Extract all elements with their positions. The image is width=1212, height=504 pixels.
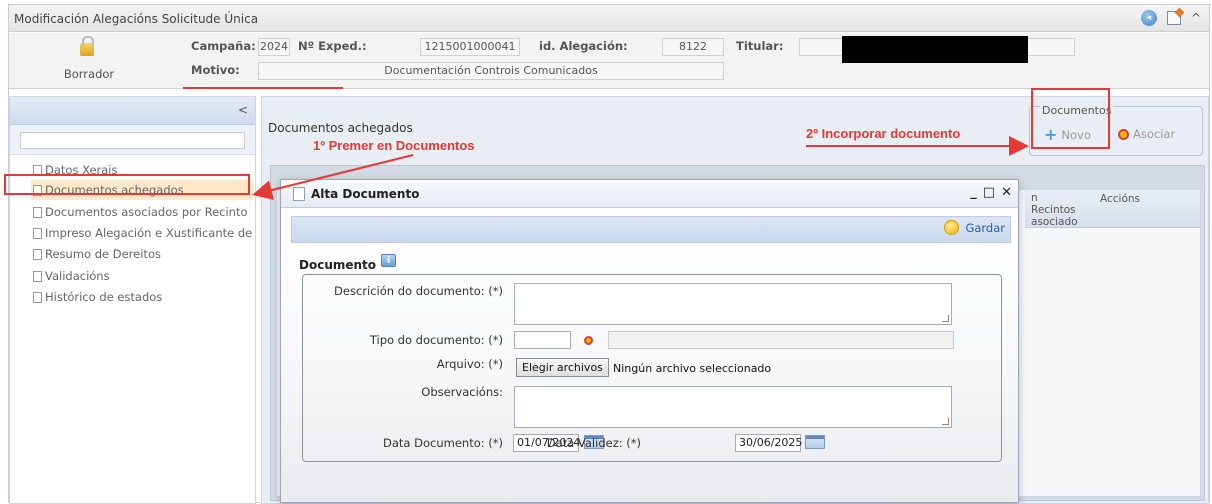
info-icon[interactable]: i: [381, 254, 396, 267]
save-button-label: Gardar: [965, 220, 1005, 235]
document-icon: [33, 292, 42, 303]
validity-date-input[interactable]: 30/06/2025: [735, 434, 802, 452]
document-icon: [33, 271, 42, 282]
sidebar-item-label: Validacións: [45, 269, 110, 283]
associate-button[interactable]: Asociar: [1118, 127, 1175, 141]
search-icon[interactable]: [584, 336, 593, 345]
observations-label: Observacións:: [421, 385, 503, 399]
save-button[interactable]: Gardar: [944, 220, 1005, 235]
section-title: Documento: [299, 258, 377, 272]
campaign-value: 2024: [258, 38, 290, 56]
allegation-value: 8122: [662, 38, 724, 56]
minimize-icon[interactable]: _: [970, 185, 977, 200]
edit-icon[interactable]: [1166, 11, 1181, 25]
document-icon: [33, 249, 42, 260]
expedient-value: 1215001000041: [420, 38, 520, 56]
panel-title: Documentos achegados: [268, 121, 413, 135]
title-bar: Modificación Alegacións Solicitude Única…: [9, 5, 1209, 32]
annotation-step-2: 2º Incorporar documento: [806, 126, 961, 141]
file-label: Arquivo: (*): [436, 357, 503, 371]
sidebar-item-label: Histórico de estados: [45, 290, 163, 304]
sidebar-item-historico-estados[interactable]: Histórico de estados: [31, 287, 253, 307]
unlock-icon: [80, 36, 94, 56]
grid-column-accions[interactable]: Accións: [1100, 193, 1150, 205]
sidebar-item-label: Impreso Alegación e Xustificante de Re: [45, 226, 253, 240]
sidebar-search-input[interactable]: [20, 132, 245, 149]
grid-column-recintos[interactable]: n Recintos asociado: [1031, 192, 1079, 228]
sidebar-item-documentos-recinto[interactable]: Documentos asociados por Recinto: [31, 202, 253, 222]
allegation-label: id. Alegación:: [539, 39, 628, 53]
alta-documento-dialog: Alta Documento _ □ ✕ Gardar Documento i …: [280, 179, 1019, 503]
info-circle-icon[interactable]: ◂: [1140, 10, 1157, 26]
dialog-toolbar: Gardar: [291, 216, 1011, 243]
title-bar-icons: ◂ ^: [1140, 10, 1201, 26]
expedient-label: Nº Exped.:: [298, 39, 367, 53]
new-button-highlight-annotation: [1031, 88, 1110, 149]
chevron-up-icon[interactable]: ^: [1191, 11, 1201, 25]
sidebar-item-validacions[interactable]: Validacións: [31, 266, 253, 286]
maximize-icon[interactable]: □: [983, 185, 995, 200]
dialog-title: Alta Documento: [311, 187, 420, 201]
search-icon: [1118, 128, 1129, 140]
reason-value: Documentación Controis Comunicados: [258, 62, 724, 80]
calendar-icon[interactable]: [805, 435, 825, 449]
validity-date-label: Data Validez: (*): [546, 436, 641, 450]
sidebar-item-label: Resumo de Dereitos: [45, 247, 161, 261]
document-icon: [33, 228, 42, 239]
sidebar-item-impreso-alegacion[interactable]: Impreso Alegación e Xustificante de Re: [31, 223, 253, 243]
description-label: Descrición do documento: (*): [334, 284, 503, 298]
redacted-holder-name: [842, 36, 1028, 63]
choose-file-button[interactable]: Elegir archivos: [516, 358, 609, 377]
header-info: Borrador Campaña: 2024 Nº Exped.: 121500…: [9, 33, 1209, 89]
dialog-header: Alta Documento _ □ ✕: [281, 180, 1018, 208]
type-label: Tipo do documento: (*): [369, 333, 503, 347]
sidebar-highlight-annotation: [4, 174, 250, 195]
window-title: Modificación Alegacións Solicitude Única: [14, 12, 259, 26]
type-code-input[interactable]: [514, 331, 571, 349]
window-controls: _ □ ✕: [970, 185, 1012, 200]
type-description-input: [608, 331, 954, 349]
description-textarea[interactable]: [514, 283, 952, 325]
save-icon: [944, 220, 960, 235]
file-status-text: Ningún archivo seleccionado: [613, 362, 772, 375]
sidebar-search-zone: [10, 125, 255, 155]
active-status-underline: [183, 87, 343, 89]
collapse-icon[interactable]: <: [238, 103, 248, 117]
campaign-label: Campaña:: [191, 39, 256, 53]
status-label: Borrador: [63, 67, 115, 81]
sidebar-header: <: [10, 97, 255, 125]
observations-textarea[interactable]: [514, 386, 952, 428]
dialog-icon: [293, 187, 305, 201]
holder-label: Titular:: [736, 39, 784, 53]
associate-button-label: Asociar: [1133, 127, 1176, 141]
sidebar-item-label: Documentos asociados por Recinto: [45, 205, 248, 219]
sidebar-item-resumo-dereitos[interactable]: Resumo de Dereitos: [31, 244, 253, 264]
grid-header: n Recintos asociado Accións: [1025, 190, 1200, 228]
document-icon: [33, 207, 42, 218]
annotation-step-1: 1º Premer en Documentos: [313, 138, 475, 153]
close-icon[interactable]: ✕: [1001, 185, 1012, 200]
reason-label: Motivo:: [191, 63, 240, 77]
